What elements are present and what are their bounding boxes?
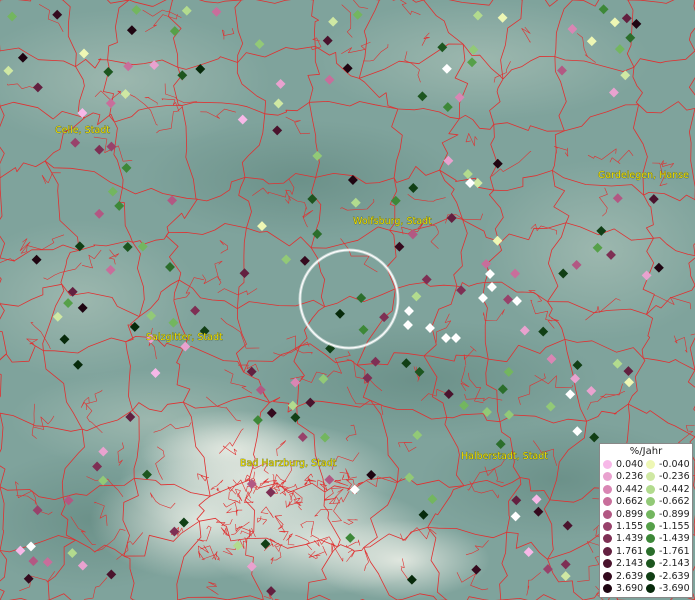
legend-value: 0.442 <box>616 483 644 495</box>
legend-value: -0.442 <box>659 483 690 495</box>
map-canvas[interactable]: Celle, Stadt Wolfsburg, Stadt Gardelegen… <box>0 0 695 600</box>
legend-value: -1.155 <box>659 521 690 532</box>
legend-swatch <box>603 522 612 531</box>
legend-value: -0.236 <box>659 471 690 483</box>
legend-swatch <box>646 584 655 593</box>
legend-value: -1.761 <box>659 545 690 557</box>
legend-value: -0.662 <box>659 496 690 508</box>
city-label-celle: Celle, Stadt <box>55 125 110 136</box>
legend-swatch <box>603 584 612 593</box>
legend-swatch <box>646 484 655 494</box>
legend: %/Jahr 0.040 -0.040 0.236 -0.236 0.442 -0.442… <box>599 443 693 598</box>
legend-swatch <box>603 571 612 581</box>
legend-swatch <box>603 546 612 556</box>
legend-value: 1.155 <box>616 521 644 532</box>
city-label-wolfsburg: Wolfsburg, Stadt <box>353 216 432 227</box>
legend-value: 1.439 <box>616 533 644 545</box>
legend-swatch <box>603 484 612 494</box>
legend-swatch <box>603 509 612 519</box>
legend-title: %/Jahr <box>629 446 663 457</box>
legend-value: -0.040 <box>659 459 690 470</box>
legend-value: 3.690 <box>616 583 644 594</box>
legend-swatch <box>646 534 655 544</box>
legend-swatch <box>646 522 655 531</box>
legend-value: 0.899 <box>616 508 644 520</box>
city-label-bad-harzburg: Bad Harzburg, Stadt <box>240 458 337 469</box>
legend-value: -3.690 <box>659 583 690 594</box>
legend-value: -1.439 <box>659 533 690 545</box>
city-label-gardelegen: Gardelegen, Hanse <box>598 170 689 181</box>
legend-swatch <box>646 497 655 507</box>
legend-swatch <box>646 546 655 556</box>
legend-value: -2.639 <box>659 570 690 582</box>
legend-swatch <box>603 497 612 507</box>
legend-value: 0.236 <box>616 471 644 483</box>
city-label-salzgitter: Salzgitter, Stadt <box>146 332 223 343</box>
legend-swatch <box>646 571 655 581</box>
legend-value: 2.143 <box>616 558 644 570</box>
legend-value: 0.662 <box>616 496 644 508</box>
legend-swatch <box>603 460 612 469</box>
legend-swatch <box>603 534 612 544</box>
legend-value: -2.143 <box>659 558 690 570</box>
legend-value: 2.639 <box>616 570 644 582</box>
legend-swatch <box>603 559 612 569</box>
legend-value: -0.899 <box>659 508 690 520</box>
legend-swatch <box>603 472 612 482</box>
legend-swatch <box>646 460 655 469</box>
city-label-halberstadt: Halberstadt, Stadt <box>461 451 548 462</box>
legend-value: 1.761 <box>616 545 644 557</box>
legend-swatch <box>646 559 655 569</box>
legend-value: 0.040 <box>616 459 644 470</box>
legend-swatch <box>646 472 655 482</box>
legend-swatch <box>646 509 655 519</box>
